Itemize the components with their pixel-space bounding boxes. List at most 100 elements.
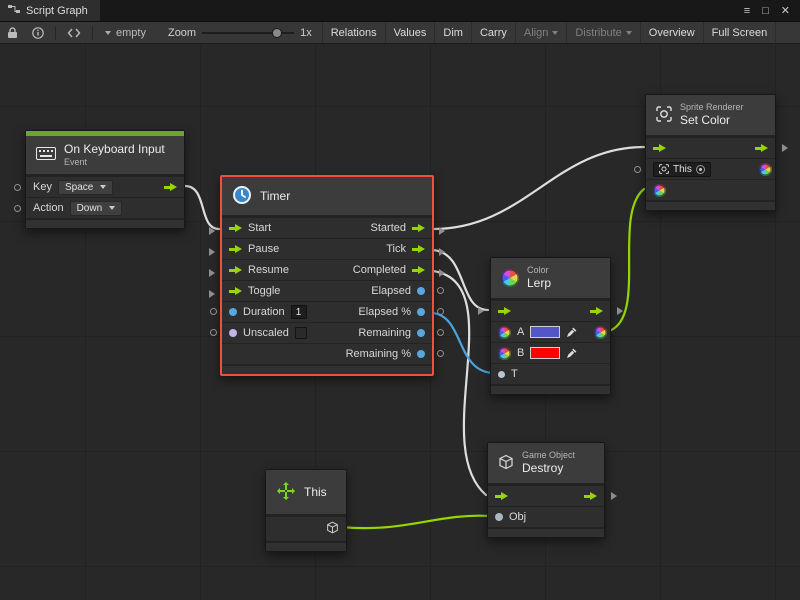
duration-input[interactable]: 1 — [291, 305, 307, 319]
pause-ext-port[interactable] — [209, 248, 215, 256]
window-close-icon[interactable]: ✕ — [781, 4, 790, 17]
unscaled-checkbox[interactable] — [295, 327, 307, 339]
obj-port[interactable] — [495, 513, 503, 521]
remaining-ext-port[interactable] — [437, 329, 444, 336]
toggle-ext-port[interactable] — [209, 290, 215, 298]
a-color-swatch[interactable] — [530, 326, 560, 338]
window-maximize-icon[interactable]: □ — [762, 5, 769, 17]
zoom-slider[interactable] — [202, 26, 294, 40]
flow-in-port[interactable] — [498, 307, 511, 316]
values-button[interactable]: Values — [385, 22, 435, 43]
node-footer — [222, 366, 432, 374]
flow-in-port[interactable] — [653, 144, 666, 153]
completed-port[interactable] — [412, 266, 425, 275]
eyedropper-icon[interactable] — [566, 348, 577, 359]
b-color-swatch[interactable] — [530, 347, 560, 359]
duration-port[interactable] — [229, 308, 237, 316]
zoom-slider-handle[interactable] — [272, 28, 282, 38]
node-header[interactable]: Color Lerp — [491, 258, 610, 298]
start-ext-port[interactable] — [209, 227, 215, 235]
event-flow-out-port[interactable] — [164, 183, 177, 192]
flow-in-port[interactable] — [495, 492, 508, 501]
node-color-lerp[interactable]: Color Lerp A — [490, 257, 611, 395]
color-out-port[interactable] — [759, 163, 772, 176]
elapsed-pct-ext-port[interactable] — [437, 308, 444, 315]
gameobject-out-port[interactable] — [326, 521, 339, 537]
overview-button[interactable]: Overview — [640, 22, 703, 43]
node-header[interactable]: Timer — [222, 177, 432, 215]
elapsed-ext-port[interactable] — [437, 287, 444, 294]
tick-port[interactable] — [412, 245, 425, 254]
action-dropdown[interactable]: Down — [70, 201, 123, 216]
node-header[interactable]: Sprite Renderer Set Color — [646, 95, 775, 135]
lock-icon[interactable] — [0, 22, 25, 43]
timer-row: Unscaled Remaining — [222, 323, 432, 343]
node-on-keyboard-input[interactable]: On Keyboard Input Event Key Space Action — [25, 130, 185, 229]
object-picker-icon[interactable] — [696, 165, 705, 174]
node-set-color[interactable]: Sprite Renderer Set Color This — [645, 94, 776, 211]
resume-ext-port[interactable] — [209, 269, 215, 277]
elapsed-port[interactable] — [417, 287, 425, 295]
align-button[interactable]: Align — [515, 22, 566, 43]
started-ext-port[interactable] — [439, 227, 445, 235]
key-dropdown[interactable]: Space — [58, 180, 113, 195]
dim-button[interactable]: Dim — [434, 22, 471, 43]
b-color-port[interactable] — [498, 347, 511, 360]
flow-out-port[interactable] — [590, 307, 603, 316]
action-ext-port[interactable] — [14, 205, 21, 212]
t-port[interactable] — [498, 371, 505, 378]
a-color-port[interactable] — [498, 326, 511, 339]
node-destroy[interactable]: Game Object Destroy Obj — [487, 442, 605, 538]
key-ext-port[interactable] — [14, 184, 21, 191]
remaining-pct-ext-port[interactable] — [437, 350, 444, 357]
flow-out-ext-port[interactable] — [611, 492, 617, 500]
target-ext-port[interactable] — [634, 166, 641, 173]
flow-out-ext-port[interactable] — [782, 144, 788, 152]
started-port[interactable] — [412, 224, 425, 233]
unscaled-ext-port[interactable] — [210, 329, 217, 336]
resume-port[interactable] — [229, 266, 242, 275]
relations-button[interactable]: Relations — [322, 22, 385, 43]
cube-icon — [498, 454, 514, 473]
node-timer[interactable]: Timer Start Started Pause Tick Resume Co… — [220, 175, 434, 376]
node-this[interactable]: This — [265, 469, 347, 552]
node-title: Timer — [260, 189, 290, 203]
eyedropper-icon[interactable] — [566, 327, 577, 338]
node-header[interactable]: This — [266, 470, 346, 514]
flow-out-port[interactable] — [584, 492, 597, 501]
pause-port[interactable] — [229, 245, 242, 254]
button-label: Carry — [480, 27, 507, 39]
node-footer — [491, 386, 610, 394]
graph-canvas[interactable]: On Keyboard Input Event Key Space Action — [0, 45, 800, 600]
remaining-pct-port[interactable] — [417, 350, 425, 358]
titlebar: Script Graph ≡ □ ✕ — [0, 0, 800, 22]
lerp-result-port[interactable] — [594, 326, 607, 339]
code-icon[interactable] — [60, 22, 88, 43]
flow-in-ext-port[interactable] — [478, 307, 484, 315]
node-header[interactable]: Game Object Destroy — [488, 443, 604, 483]
tick-ext-port[interactable] — [439, 248, 445, 256]
duration-ext-port[interactable] — [210, 308, 217, 315]
graph-name-label: empty — [116, 27, 146, 39]
a-label: A — [517, 326, 524, 338]
completed-ext-port[interactable] — [439, 269, 445, 277]
remaining-port[interactable] — [417, 329, 425, 337]
window-menu-icon[interactable]: ≡ — [744, 5, 750, 17]
color-in-port[interactable] — [653, 184, 666, 197]
graph-breadcrumb[interactable]: empty — [97, 27, 154, 39]
start-port[interactable] — [229, 224, 242, 233]
elapsed-pct-port[interactable] — [417, 308, 425, 316]
node-header[interactable]: On Keyboard Input Event — [26, 136, 184, 174]
node-body — [266, 514, 346, 541]
fullscreen-button[interactable]: Full Screen — [703, 22, 777, 43]
tab-script-graph[interactable]: Script Graph — [0, 0, 100, 21]
target-object-field[interactable]: This — [653, 162, 711, 177]
distribute-button[interactable]: Distribute — [566, 22, 639, 43]
flow-out-port[interactable] — [755, 144, 768, 153]
flow-out-ext-port[interactable] — [617, 307, 623, 315]
toggle-port[interactable] — [229, 287, 242, 296]
info-icon[interactable] — [25, 22, 51, 43]
unscaled-port[interactable] — [229, 329, 237, 337]
wire-elapsedpct-to-t — [433, 313, 492, 373]
carry-button[interactable]: Carry — [471, 22, 515, 43]
